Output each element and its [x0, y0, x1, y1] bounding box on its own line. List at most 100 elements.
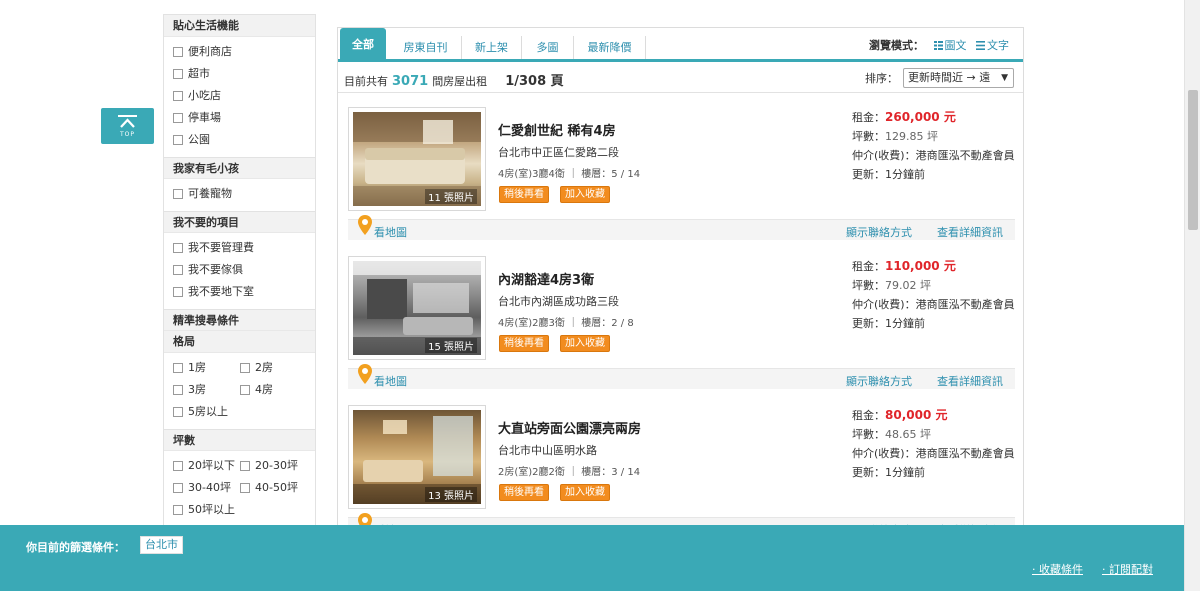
- add-favorite-button[interactable]: 加入收藏: [560, 186, 610, 203]
- view-mode-image-text[interactable]: 圖文: [933, 39, 971, 52]
- filter-convenience-store[interactable]: 便利商店: [173, 41, 315, 63]
- listing-updated: 1分鐘前: [885, 168, 925, 181]
- show-contact-link[interactable]: 顯示聯絡方式: [846, 373, 912, 389]
- summary-suffix: 間房屋出租: [432, 75, 488, 88]
- save-for-later-button[interactable]: 稍後再看: [499, 335, 549, 352]
- filter-area-30-40[interactable]: 30-40坪: [173, 477, 240, 499]
- result-count: 3071: [392, 74, 429, 89]
- filter-no-furniture[interactable]: 我不要傢俱: [173, 259, 315, 281]
- view-details-link[interactable]: 查看詳細資訊: [937, 373, 1003, 389]
- sort-select[interactable]: 更新時間近 → 遠 ▼: [903, 68, 1014, 88]
- section-title-exclude: 我不要的項目: [164, 211, 315, 233]
- checkbox[interactable]: [173, 385, 183, 395]
- filter-1-room[interactable]: 1房: [173, 357, 240, 379]
- filter-area-20-30[interactable]: 20-30坪: [240, 455, 307, 477]
- section-title-precise: 精準搜尋條件: [164, 309, 315, 331]
- grid-list-icon: [933, 41, 943, 50]
- filter-park[interactable]: 公園: [173, 129, 315, 151]
- listing-area: 48.65 坪: [885, 428, 931, 441]
- checkbox[interactable]: [173, 265, 183, 275]
- back-to-top-button[interactable]: TOP: [101, 108, 154, 144]
- filter-supermarket[interactable]: 超市: [173, 63, 315, 85]
- listing-item: 13 張照片 大直站旁面公園漂亮兩房 台北市中山區明水路 2房(室)2廳2衛 ｜…: [338, 405, 1023, 537]
- listing-title[interactable]: 內湖豁達4房3衛: [498, 269, 594, 288]
- listing-address: 台北市中正區仁愛路二段: [498, 146, 619, 159]
- save-filter-link[interactable]: · 收藏條件: [1032, 561, 1083, 577]
- checkbox[interactable]: [173, 483, 183, 493]
- checkbox[interactable]: [240, 461, 250, 471]
- tab-landlord[interactable]: 房東自刊: [390, 36, 462, 59]
- scroll-thumb[interactable]: [1188, 90, 1198, 230]
- tab-price-drop[interactable]: 最新降價: [574, 36, 646, 59]
- view-mode-text[interactable]: 文字: [976, 39, 1009, 52]
- view-map-link[interactable]: 看地圖: [374, 224, 407, 240]
- filter-area-50-plus[interactable]: 50坪以上: [173, 499, 240, 521]
- listing-price: 260,000 元: [885, 110, 956, 124]
- checkbox[interactable]: [240, 363, 250, 373]
- filter-area-under-20[interactable]: 20坪以下: [173, 455, 240, 477]
- photo-count: 11 張照片: [425, 189, 477, 204]
- filter-3-rooms[interactable]: 3房: [173, 379, 240, 401]
- filter-2-rooms[interactable]: 2房: [240, 357, 307, 379]
- listing-panel: 全部 房東自刊 新上架 多圖 最新降價 瀏覽模式： 圖文 文字 目前共有 3071…: [337, 27, 1024, 537]
- save-for-later-button[interactable]: 稍後再看: [499, 484, 549, 501]
- listing-spec: 2房(室)2廳2衛 ｜ 樓層：3 / 14: [498, 467, 641, 478]
- filter-tag-taipei[interactable]: 台北市: [140, 536, 183, 554]
- checkbox[interactable]: [173, 135, 183, 145]
- listing-updated: 1分鐘前: [885, 317, 925, 330]
- show-contact-link[interactable]: 顯示聯絡方式: [846, 224, 912, 240]
- listing-title[interactable]: 大直站旁面公園漂亮兩房: [498, 418, 641, 437]
- checkbox[interactable]: [173, 243, 183, 253]
- listing-area: 129.85 坪: [885, 130, 938, 143]
- filter-area-40-50[interactable]: 40-50坪: [240, 477, 307, 499]
- section-title-area: 坪數: [164, 429, 315, 451]
- filter-parking[interactable]: 停車場: [173, 107, 315, 129]
- listing-title[interactable]: 仁愛創世紀 稀有4房: [498, 120, 616, 139]
- add-favorite-button[interactable]: 加入收藏: [560, 484, 610, 501]
- listing-photo[interactable]: 11 張照片: [348, 107, 486, 211]
- checkbox[interactable]: [173, 69, 183, 79]
- section-title-pets: 我家有毛小孩: [164, 157, 315, 179]
- tab-all[interactable]: 全部: [340, 28, 386, 59]
- checkbox[interactable]: [240, 385, 250, 395]
- filter-4-rooms[interactable]: 4房: [240, 379, 307, 401]
- filter-snack-shop[interactable]: 小吃店: [173, 85, 315, 107]
- view-map-link[interactable]: 看地圖: [374, 373, 407, 389]
- checkbox[interactable]: [173, 363, 183, 373]
- listing-price: 80,000 元: [885, 408, 948, 422]
- current-filter-label: 你目前的篩選條件：: [26, 541, 125, 554]
- checkbox[interactable]: [173, 505, 183, 515]
- summary-prefix: 目前共有: [344, 75, 388, 88]
- tab-new[interactable]: 新上架: [462, 36, 522, 59]
- listing-photo[interactable]: 15 張照片: [348, 256, 486, 360]
- filter-sidebar: 貼心生活機能 便利商店 超市 小吃店 停車場 公園 我家有毛小孩 可養寵物 我不…: [163, 14, 316, 527]
- listing-area: 79.02 坪: [885, 279, 931, 292]
- section-title-layout: 格局: [164, 331, 315, 353]
- filter-no-basement[interactable]: 我不要地下室: [173, 281, 315, 303]
- checkbox[interactable]: [173, 189, 183, 199]
- checkbox[interactable]: [173, 461, 183, 471]
- result-summary: 目前共有 3071 間房屋出租 1/308 頁 排序： 更新時間近 → 遠 ▼: [338, 65, 1023, 93]
- listing-spec: 4房(室)3廳4衛 ｜ 樓層：5 / 14: [498, 169, 641, 180]
- checkbox[interactable]: [173, 287, 183, 297]
- filter-no-management-fee[interactable]: 我不要管理費: [173, 237, 315, 259]
- listing-action-bar: 看地圖 顯示聯絡方式 查看詳細資訊: [348, 215, 1015, 240]
- listing-agent: 港商匯泓不動產會員: [915, 149, 1015, 162]
- filter-pets-allowed[interactable]: 可養寵物: [173, 183, 315, 205]
- filter-5-plus-rooms[interactable]: 5房以上: [173, 401, 240, 423]
- checkbox[interactable]: [240, 483, 250, 493]
- view-mode-label: 瀏覽模式：: [869, 39, 924, 52]
- page-scrollbar[interactable]: [1184, 0, 1200, 591]
- subscribe-match-link[interactable]: · 訂閱配對: [1102, 561, 1153, 577]
- checkbox[interactable]: [173, 47, 183, 57]
- checkbox[interactable]: [173, 91, 183, 101]
- section-title-life: 貼心生活機能: [164, 15, 315, 37]
- checkbox[interactable]: [173, 113, 183, 123]
- view-details-link[interactable]: 查看詳細資訊: [937, 224, 1003, 240]
- listing-info: 租金：260,000 元 坪數：129.85 坪 仲介(收費)：港商匯泓不動產會…: [852, 110, 1015, 181]
- checkbox[interactable]: [173, 407, 183, 417]
- tab-many-photos[interactable]: 多圖: [522, 36, 574, 59]
- save-for-later-button[interactable]: 稍後再看: [499, 186, 549, 203]
- add-favorite-button[interactable]: 加入收藏: [560, 335, 610, 352]
- listing-photo[interactable]: 13 張照片: [348, 405, 486, 509]
